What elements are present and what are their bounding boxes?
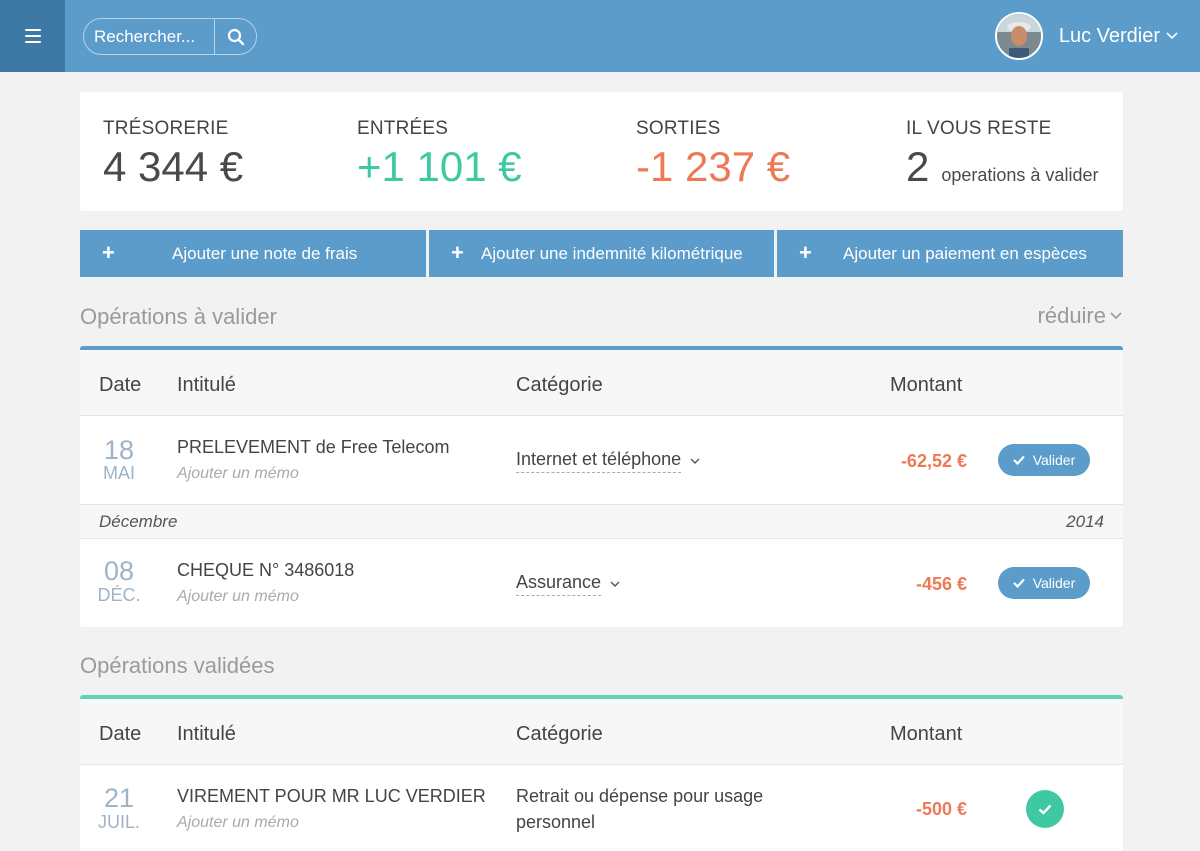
user-name: Luc Verdier (1058, 24, 1160, 47)
column-categorie: Catégorie (516, 374, 603, 396)
column-intitule: Intitulé (177, 374, 236, 396)
top-bar: Luc Verdier (0, 0, 1200, 72)
month-group-header: Décembre 2014 (80, 504, 1123, 539)
stat-sorties: SORTIES -1 237 € (636, 118, 790, 188)
chevron-down-icon (1166, 32, 1178, 40)
pending-count: 2 (906, 143, 930, 190)
button-label: Ajouter une indemnité kilométrique (481, 244, 743, 263)
operation-label: CHEQUE N° 3486018 (177, 560, 355, 580)
validated-badge (1026, 790, 1064, 828)
column-montant: Montant (890, 723, 963, 745)
button-label: Valider (1032, 575, 1076, 591)
date-month: MAI (102, 463, 135, 483)
column-intitule: Intitulé (177, 723, 236, 745)
validated-section-title: Opérations validées (80, 653, 275, 678)
table-row: 08 DÉC. CHEQUE N° 3486018 Ajouter un mém… (80, 539, 1123, 627)
validate-button[interactable]: Valider (998, 444, 1090, 476)
check-icon (1038, 804, 1052, 815)
search-input[interactable] (84, 19, 214, 54)
hamburger-icon (24, 29, 41, 43)
stat-reste: IL VOUS RESTE 2 operations à valider (906, 118, 1098, 188)
table-row: 21 JUIL. VIREMENT POUR MR LUC VERDIER Aj… (80, 765, 1123, 851)
collapse-button[interactable]: réduire (1038, 303, 1122, 329)
chevron-down-icon (1110, 312, 1122, 320)
summary-card: TRÉSORERIE 4 344 € ENTRÉES +1 101 € SORT… (80, 92, 1123, 211)
button-label: Valider (1032, 452, 1076, 468)
column-montant: Montant (890, 374, 963, 396)
add-cash-payment-button[interactable]: + Ajouter un paiement en espèces (777, 230, 1123, 277)
category-value: Internet et téléphone (516, 449, 682, 473)
plus-icon: + (799, 240, 812, 265)
pending-operations-table: Date Intitulé Catégorie Montant 18 MAI P… (80, 346, 1123, 627)
add-memo-link[interactable]: Ajouter un mémo (177, 588, 299, 606)
group-month: Décembre (99, 512, 178, 531)
check-icon (1012, 455, 1025, 465)
plus-icon: + (451, 240, 464, 265)
operation-label: VIREMENT POUR MR LUC VERDIER (177, 786, 486, 806)
table-header: Date Intitulé Catégorie Montant (80, 350, 1123, 416)
validated-operations-table: Date Intitulé Catégorie Montant 21 JUIL.… (80, 695, 1123, 851)
category-value: Assurance (516, 572, 602, 596)
table-header: Date Intitulé Catégorie Montant (80, 699, 1123, 765)
stat-label: ENTRÉES (357, 118, 449, 139)
column-date: Date (99, 723, 142, 745)
group-year: 2014 (1066, 512, 1104, 531)
button-label: Ajouter un paiement en espèces (843, 244, 1087, 263)
search-box (83, 18, 257, 55)
validate-button[interactable]: Valider (998, 567, 1090, 599)
user-menu[interactable]: Luc Verdier (994, 12, 1178, 60)
stat-value: +1 101 € (357, 143, 522, 190)
search-icon (227, 28, 244, 45)
stat-entrees: ENTRÉES +1 101 € (357, 118, 522, 188)
pending-text: operations à valider (941, 165, 1099, 185)
add-mileage-allowance-button[interactable]: + Ajouter une indemnité kilométrique (429, 230, 774, 277)
stat-value: 4 344 € (103, 143, 244, 190)
stat-value: -1 237 € (636, 143, 791, 190)
column-categorie: Catégorie (516, 723, 603, 745)
amount: -500 € (915, 799, 967, 819)
table-row: 18 MAI PRELEVEMENT de Free Telecom Ajout… (80, 416, 1123, 504)
chevron-down-icon (690, 458, 700, 464)
date-month: JUIL. (97, 812, 140, 832)
chevron-down-icon (610, 581, 620, 587)
add-memo-link[interactable]: Ajouter un mémo (177, 814, 299, 832)
action-bar: + Ajouter une note de frais + Ajouter un… (80, 230, 1123, 277)
plus-icon: + (102, 240, 115, 265)
category-dropdown[interactable]: Internet et téléphone (516, 449, 700, 473)
search-button[interactable] (214, 19, 256, 54)
add-expense-note-button[interactable]: + Ajouter une note de frais (80, 230, 426, 277)
stat-tresorerie: TRÉSORERIE 4 344 € (103, 118, 243, 188)
category-dropdown[interactable]: Assurance (516, 572, 620, 596)
date-month: DÉC. (97, 585, 141, 605)
operation-label: PRELEVEMENT de Free Telecom (177, 437, 450, 457)
column-date: Date (99, 374, 142, 396)
date-day: 18 (103, 435, 135, 465)
pending-section-title: Opérations à valider (80, 304, 277, 329)
stat-label: TRÉSORERIE (103, 118, 229, 139)
amount: -62,52 € (900, 451, 967, 471)
stat-label: SORTIES (636, 118, 721, 139)
date-day: 08 (103, 556, 135, 586)
avatar (994, 12, 1043, 60)
check-icon (1012, 578, 1025, 588)
date-day: 21 (103, 783, 135, 813)
category-value: Retrait ou dépense pour usage personnel (516, 786, 764, 832)
amount: -456 € (915, 574, 967, 594)
add-memo-link[interactable]: Ajouter un mémo (177, 465, 299, 483)
collapse-label: réduire (1037, 303, 1106, 328)
button-label: Ajouter une note de frais (172, 244, 358, 263)
hamburger-menu-button[interactable] (0, 0, 65, 72)
stat-label: IL VOUS RESTE (906, 118, 1052, 139)
